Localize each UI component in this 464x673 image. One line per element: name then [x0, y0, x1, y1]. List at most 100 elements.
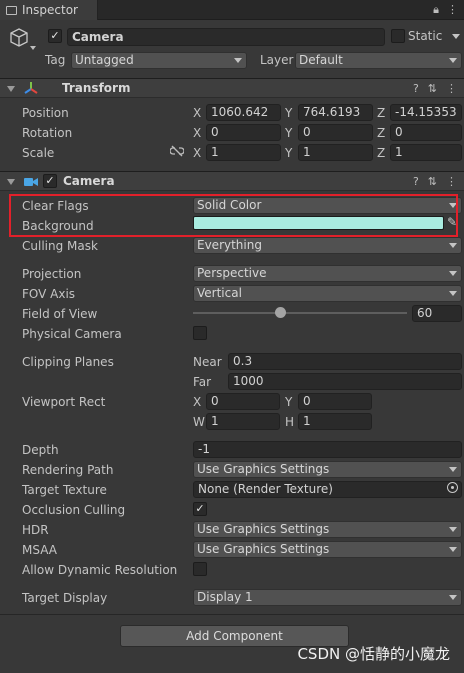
fov-axis-dropdown[interactable]: Vertical	[193, 285, 462, 302]
x-axis-label[interactable]: X	[193, 146, 201, 160]
msaa-value: Use Graphics Settings	[197, 542, 330, 556]
more-icon[interactable]: ⋮	[446, 175, 457, 188]
x-axis-label[interactable]: X	[193, 395, 201, 409]
chevron-down-icon	[449, 243, 457, 248]
scale-x-field[interactable]: 1	[206, 144, 281, 161]
chevron-down-icon	[449, 467, 457, 472]
rotation-x-field[interactable]: 0	[206, 124, 281, 141]
more-icon[interactable]: ⋮	[446, 82, 457, 95]
physical-camera-checkbox[interactable]	[193, 326, 207, 340]
scale-z-field[interactable]: 1	[390, 144, 462, 161]
rendering-path-dropdown[interactable]: Use Graphics Settings	[193, 461, 462, 478]
divider	[0, 614, 464, 615]
transform-icon	[23, 80, 39, 99]
viewport-w-field[interactable]: 1	[206, 413, 280, 430]
culling-mask-value: Everything	[197, 238, 262, 252]
projection-dropdown[interactable]: Perspective	[193, 265, 462, 282]
chevron-down-icon	[449, 58, 457, 63]
occlusion-culling-checkbox[interactable]: ✓	[193, 502, 207, 516]
watermark-text: CSDN @恬静的小魔龙	[297, 645, 450, 663]
static-checkbox[interactable]	[391, 29, 405, 43]
depth-label: Depth	[22, 443, 59, 457]
fov-axis-value: Vertical	[197, 286, 242, 300]
z-axis-label[interactable]: Z	[377, 106, 385, 120]
layer-dropdown[interactable]: Default	[295, 52, 462, 69]
rotation-z-field[interactable]: 0	[390, 124, 462, 141]
x-axis-label[interactable]: X	[193, 126, 201, 140]
position-y-field[interactable]: 764.6193	[298, 104, 373, 121]
msaa-dropdown[interactable]: Use Graphics Settings	[193, 541, 462, 558]
object-picker-icon[interactable]	[447, 482, 458, 493]
far-field[interactable]: 1000	[228, 373, 462, 390]
chevron-down-icon	[449, 547, 457, 552]
chevron-down-icon	[449, 595, 457, 600]
foldout-arrow-icon[interactable]	[7, 86, 15, 92]
projection-value: Perspective	[197, 266, 267, 280]
y-axis-label[interactable]: Y	[285, 146, 292, 160]
position-z-field[interactable]: -14.15353	[390, 104, 462, 121]
field-of-view-label: Field of View	[22, 307, 98, 321]
hdr-value: Use Graphics Settings	[197, 522, 330, 536]
inspector-tab[interactable]: Inspector	[0, 0, 98, 20]
rotation-label: Rotation	[22, 126, 73, 140]
chevron-down-icon	[234, 58, 242, 63]
target-display-label: Target Display	[22, 591, 108, 605]
target-texture-label: Target Texture	[22, 483, 107, 497]
fov-axis-label: FOV Axis	[22, 287, 76, 301]
transform-header[interactable]: Transform ? ⇅ ⋮	[0, 78, 464, 98]
culling-mask-dropdown[interactable]: Everything	[193, 237, 462, 254]
z-axis-label[interactable]: Z	[377, 146, 385, 160]
camera-header[interactable]: ✓ Camera ? ⇅ ⋮	[0, 171, 464, 191]
viewport-h-field[interactable]: 1	[298, 413, 372, 430]
position-label: Position	[22, 106, 69, 120]
target-display-dropdown[interactable]: Display 1	[193, 589, 462, 606]
physical-camera-label: Physical Camera	[22, 327, 122, 341]
layer-value: Default	[299, 53, 343, 67]
position-x-field[interactable]: 1060.642	[206, 104, 281, 121]
hdr-label: HDR	[22, 523, 49, 537]
help-icon[interactable]: ?	[413, 175, 419, 188]
z-axis-label[interactable]: Z	[377, 126, 385, 140]
depth-field[interactable]: -1	[193, 441, 462, 458]
scale-y-field[interactable]: 1	[298, 144, 373, 161]
gameobject-icon-dropdown-arrow[interactable]	[30, 46, 36, 50]
preset-icon[interactable]: ⇅	[428, 175, 437, 188]
tag-value: Untagged	[75, 53, 134, 67]
chevron-down-icon	[449, 291, 457, 296]
object-name-field[interactable]: Camera	[67, 28, 385, 46]
camera-enabled-checkbox[interactable]: ✓	[43, 174, 57, 188]
allow-dynamic-resolution-label: Allow Dynamic Resolution	[22, 563, 178, 577]
tag-dropdown[interactable]: Untagged	[71, 52, 247, 69]
active-checkbox[interactable]: ✓	[48, 29, 62, 43]
fov-slider-thumb[interactable]	[275, 307, 287, 318]
static-label: Static	[408, 29, 443, 43]
viewport-y-field[interactable]: 0	[298, 393, 372, 410]
preset-icon[interactable]: ⇅	[428, 82, 437, 95]
viewport-x-field[interactable]: 0	[206, 393, 280, 410]
fov-value-field[interactable]: 60	[412, 305, 462, 322]
layer-label: Layer	[260, 53, 294, 67]
far-label: Far	[193, 375, 212, 389]
target-texture-field[interactable]: None (Render Texture)	[193, 481, 462, 498]
y-axis-label[interactable]: Y	[285, 395, 292, 409]
help-icon[interactable]: ?	[413, 82, 419, 95]
y-axis-label[interactable]: Y	[285, 106, 292, 120]
camera-icon	[23, 176, 39, 191]
near-field[interactable]: 0.3	[228, 353, 462, 370]
inspector-tab-bar: Inspector 🔒︎ ⋮	[0, 0, 464, 20]
fov-slider-track[interactable]	[193, 312, 407, 314]
more-icon[interactable]: ⋮	[447, 3, 458, 17]
camera-title: Camera	[63, 174, 115, 188]
x-axis-label[interactable]: X	[193, 106, 201, 120]
y-axis-label[interactable]: Y	[285, 126, 292, 140]
lock-icon[interactable]: 🔒︎	[433, 3, 439, 17]
rendering-path-value: Use Graphics Settings	[197, 462, 330, 476]
rotation-y-field[interactable]: 0	[298, 124, 373, 141]
constrain-proportions-icon[interactable]	[169, 144, 185, 161]
h-axis-label[interactable]: H	[285, 415, 294, 429]
foldout-arrow-icon[interactable]	[7, 179, 15, 185]
static-dropdown-arrow[interactable]	[452, 34, 460, 39]
hdr-dropdown[interactable]: Use Graphics Settings	[193, 521, 462, 538]
allow-dynamic-resolution-checkbox[interactable]	[193, 562, 207, 576]
w-axis-label[interactable]: W	[193, 415, 205, 429]
